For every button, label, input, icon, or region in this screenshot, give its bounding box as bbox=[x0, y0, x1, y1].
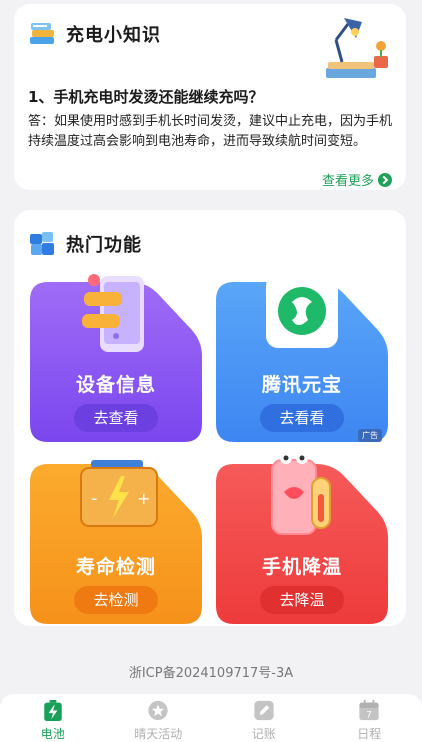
calendar-tab-icon: 7 bbox=[359, 700, 379, 721]
yuanbao-logo-icon bbox=[266, 274, 338, 348]
tab-label: 日程 bbox=[357, 727, 382, 741]
tab-label: 电池 bbox=[40, 727, 65, 741]
see-more-label: 查看更多 bbox=[321, 174, 374, 189]
tips-title: 充电小知识 bbox=[66, 25, 161, 46]
calendar-day-text: 7 bbox=[366, 711, 372, 721]
tab-battery[interactable]: 电池 bbox=[0, 694, 106, 742]
tip-answer: 答：如果使用时感到手机长时间发烫，建议中止充电，因为手机持续温度过高会影响到电池… bbox=[28, 114, 393, 149]
tips-card: 充电小知识 1、手机充电时发烫还能继续充吗？ 答：如果使用时感到手机长时间发烫，… bbox=[14, 4, 406, 190]
tile-label: 设备信息 bbox=[75, 374, 156, 396]
tips-header: 充电小知识 bbox=[28, 20, 161, 48]
battery-icon: - + bbox=[80, 460, 158, 527]
tencent-yuanbao-tile[interactable]: 腾讯元宝 去看看 广告 bbox=[216, 274, 388, 442]
device-info-tile[interactable]: 设备信息 去查看 bbox=[30, 274, 202, 442]
pencil-tab-icon bbox=[254, 700, 274, 721]
tile-label: 寿命检测 bbox=[75, 556, 156, 578]
go-view-button[interactable]: 去查看 bbox=[74, 404, 158, 432]
desk-lamp-illustration bbox=[326, 18, 388, 78]
svg-text:+: + bbox=[137, 489, 150, 508]
battery-tab-icon bbox=[44, 700, 62, 721]
tile-label: 腾讯元宝 bbox=[261, 374, 342, 396]
tab-schedule[interactable]: 7 日程 bbox=[317, 694, 422, 742]
svg-text:-: - bbox=[91, 488, 98, 509]
thermometer-phone-icon bbox=[271, 454, 331, 535]
features-header: 热门功能 bbox=[28, 230, 142, 258]
tab-bookkeeping[interactable]: 记账 bbox=[211, 694, 317, 742]
books-icon bbox=[30, 23, 54, 44]
go-look-button[interactable]: 去看看 bbox=[260, 404, 344, 432]
go-test-button[interactable]: 去检测 bbox=[74, 586, 158, 614]
features-title: 热门功能 bbox=[66, 235, 142, 256]
star-tab-icon bbox=[148, 700, 168, 721]
tab-label: 晴天活动 bbox=[134, 727, 183, 741]
tab-label: 记账 bbox=[251, 727, 276, 741]
lifespan-test-tile[interactable]: - + 寿命检测 去检测 bbox=[30, 460, 202, 624]
tip-question: 1、手机充电时发烫还能继续充吗？ bbox=[28, 88, 264, 106]
bottom-tab-bar: 电池 晴天活动 记账 7 日程 bbox=[0, 694, 422, 742]
tile-label: 手机降温 bbox=[261, 556, 342, 578]
ad-badge: 广告 bbox=[358, 429, 382, 442]
tab-sunny-activity[interactable]: 晴天活动 bbox=[106, 694, 212, 742]
phone-cooling-tile[interactable]: 手机降温 去降温 bbox=[216, 454, 388, 624]
blocks-icon bbox=[30, 232, 54, 255]
see-more-link[interactable]: 查看更多 bbox=[322, 170, 392, 189]
features-card: 热门功能 设备信息 去查看 腾讯元宝 去看看 广告 - + 寿命检测 去检测 手… bbox=[14, 210, 406, 626]
chevron-right-icon bbox=[378, 172, 392, 187]
phone-chat-icon bbox=[82, 274, 144, 352]
icp-link[interactable]: 浙ICP备2024109717号-3A bbox=[0, 662, 422, 681]
go-cool-button[interactable]: 去降温 bbox=[260, 586, 344, 614]
